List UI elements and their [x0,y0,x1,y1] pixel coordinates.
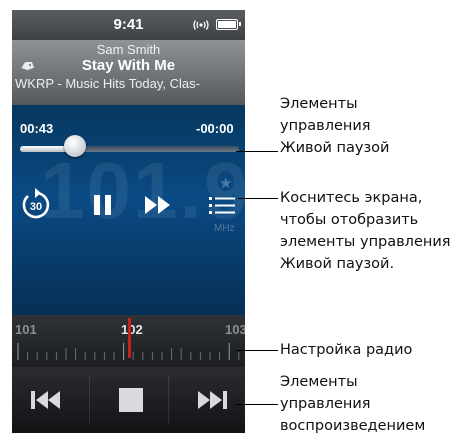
tuner-label-103: 103 [225,322,245,337]
song-title: Stay With Me [81,57,176,74]
frequency-unit: MHz [214,223,235,234]
callout-tap-screen: Коснитесь экрана, чтобы отобразить элеме… [280,190,451,272]
tuner-needle[interactable] [128,318,131,358]
fast-forward-button[interactable] [140,187,176,223]
pause-button[interactable] [84,187,120,223]
ipod-screen: 9:41 Sam Smith Stay With Me WKRP - Music… [12,10,245,433]
status-bar: 9:41 [12,10,245,40]
list-icon[interactable] [205,187,241,223]
radio-tuner[interactable]: 101 102 103 [12,315,245,367]
station-name: WKRP - Music Hits Today, Clas- [15,76,200,91]
callout-line [236,404,278,405]
stop-button[interactable] [111,386,151,414]
callout-line [236,151,278,152]
callout-playback: Элементы управления воспроизведением [280,374,426,434]
radio-signal-icon [193,20,209,30]
divider [168,375,169,425]
live-pause-scrubber[interactable] [20,146,239,152]
skip-back-30-button[interactable]: 30 [18,187,54,223]
live-pause-panel[interactable]: 101.9 ★ MHz 00:43 -00:00 30 [12,105,245,315]
callout-tuner: Настройка радио [280,342,413,358]
callout-live-pause: Элементы управления Живой паузой [280,96,390,156]
elapsed-time: 00:43 [20,121,54,136]
divider [89,375,90,425]
skip-back-seconds: 30 [30,201,42,213]
next-track-button[interactable] [190,386,230,414]
tuner-label-102: 102 [121,322,143,337]
remaining-time: -00:00 [196,121,234,136]
playback-controls [12,367,245,433]
battery-icon [216,19,241,30]
callout-line [236,350,278,351]
status-time: 9:41 [113,16,144,33]
callout-line [238,198,278,199]
previous-track-button[interactable] [28,386,68,414]
scrubber-knob[interactable] [64,135,86,157]
tuner-label-101: 101 [15,322,37,337]
now-playing-header[interactable]: Sam Smith Stay With Me WKRP - Music Hits… [12,40,245,105]
artist-name: Sam Smith [96,42,161,57]
